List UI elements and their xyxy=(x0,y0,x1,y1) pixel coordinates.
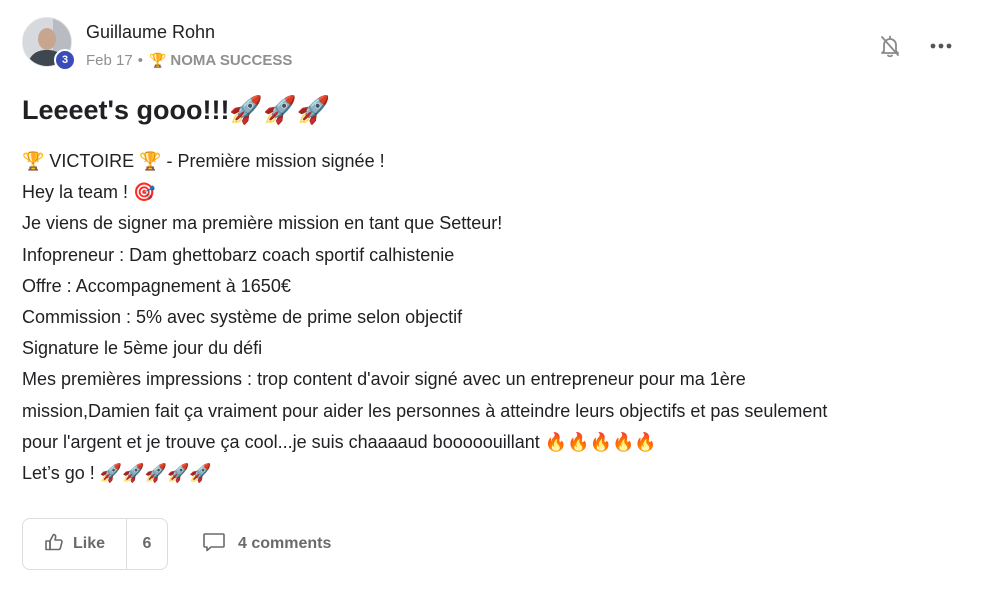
body-line: 🏆 VICTOIRE 🏆 - Première mission signée ! xyxy=(22,151,385,171)
body-line: Je viens de signer ma première mission e… xyxy=(22,213,503,234)
body-line: Hey la team ! 🎯 xyxy=(22,182,156,203)
like-label: Like xyxy=(72,535,105,552)
post-meta: Feb 17 • 🏆 NOMA SUCCESS xyxy=(86,52,292,69)
body-line: Offre : Accompagnement à 1650€ xyxy=(22,275,291,296)
body-line: mission,Damien fait ça vraiment pour aid… xyxy=(22,400,828,421)
post-date: Feb 17 xyxy=(86,52,133,69)
author-name[interactable]: Guillaume Rohn xyxy=(86,22,215,43)
body-line: Commission : 5% avec système de prime se… xyxy=(22,307,463,328)
body-line: pour l'argent et je trouve ça cool...je … xyxy=(22,431,657,452)
body-line: Signature le 5ème jour du défi xyxy=(22,338,263,359)
author-avatar-wrap[interactable]: 3 xyxy=(22,17,76,71)
comments-button[interactable]: 4 comments xyxy=(202,532,331,557)
comment-icon xyxy=(202,532,226,557)
post-body: 🏆 VICTOIRE 🏆 - Première mission signée !… xyxy=(22,146,982,489)
like-button[interactable]: Like xyxy=(23,519,127,569)
thumbs-up-icon xyxy=(44,532,64,557)
body-line: Let’s go ! 🚀🚀🚀🚀🚀 xyxy=(22,463,212,484)
bell-off-icon[interactable] xyxy=(876,32,904,60)
body-line: Mes premières impressions : trop content… xyxy=(22,369,746,390)
like-control: Like 6 xyxy=(22,518,168,570)
comments-label: 4 comments xyxy=(238,535,332,552)
post-actions: Like 6 4 comments xyxy=(22,518,331,570)
more-horizontal-icon[interactable] xyxy=(926,32,956,60)
meta-separator: • xyxy=(137,52,143,69)
level-badge: 3 xyxy=(54,49,76,71)
like-count[interactable]: 6 xyxy=(127,519,167,569)
post-title: Leeeet's gooo!!!🚀🚀🚀 xyxy=(22,95,331,125)
post-card: 3 Guillaume Rohn Feb 17 • 🏆 NOMA SUCCESS… xyxy=(0,0,1000,595)
body-line: Infopreneur : Dam ghettobarz coach sport… xyxy=(22,244,455,265)
trophy-icon: 🏆 xyxy=(148,52,167,68)
category-label[interactable]: NOMA SUCCESS xyxy=(170,52,292,69)
